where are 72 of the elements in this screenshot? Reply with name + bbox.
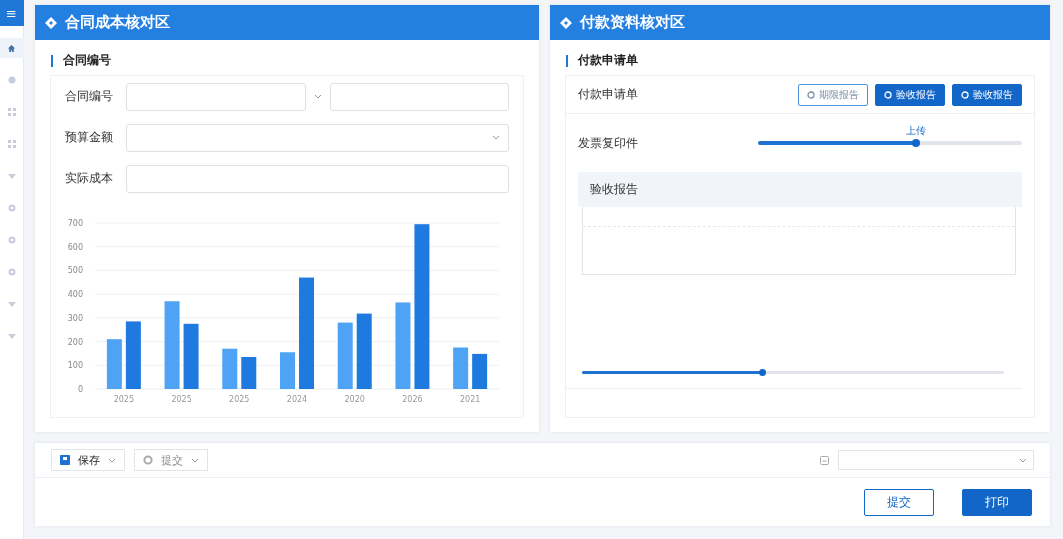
input-field[interactable] [126, 82, 306, 111]
diamond-icon [45, 16, 57, 29]
home-icon [7, 43, 16, 53]
chevron-down-icon [492, 135, 500, 140]
caret-icon [7, 333, 16, 339]
circle-icon [143, 455, 153, 465]
axis-label: 2025 [171, 395, 192, 404]
axis-label: 2026 [402, 395, 423, 404]
bar [183, 323, 199, 389]
bar [241, 357, 257, 389]
save-dropdown[interactable]: 保存 [51, 449, 125, 471]
row-label: 付款申请单 [578, 86, 638, 103]
input-field[interactable] [329, 82, 509, 111]
field-label: 实际成本 [65, 170, 114, 187]
axis-label: 400 [67, 290, 83, 300]
section-title: 合同编号 [63, 52, 111, 69]
bar [453, 347, 469, 389]
panel-title: 付款资料核对区 [580, 13, 685, 32]
report-button[interactable]: 验收报告 [952, 83, 1022, 106]
axis-label: 0 [77, 385, 83, 394]
sidebar-item[interactable] [0, 38, 24, 58]
calendar-icon [820, 455, 829, 465]
select-field[interactable] [126, 123, 509, 152]
axis-label: 300 [67, 313, 83, 323]
circle-icon [7, 76, 16, 84]
submit-button[interactable]: 提交 [864, 488, 934, 516]
caret-icon [7, 173, 16, 179]
axis-label: 2021 [459, 395, 481, 404]
axis-label: 100 [67, 361, 83, 371]
bar [106, 339, 122, 389]
menu-button[interactable]: ≡ [0, 0, 24, 26]
chevron-down-icon [108, 457, 116, 463]
bar [337, 322, 353, 389]
bar [472, 353, 488, 389]
gear-icon [7, 236, 16, 244]
chevron-down-icon [1019, 457, 1027, 463]
bar [125, 321, 141, 389]
row-label: 发票复印件 [578, 134, 639, 152]
axis-label: 700 [67, 219, 83, 228]
axis-label: 600 [67, 242, 83, 252]
axis-label: 200 [67, 337, 83, 347]
submit-dropdown[interactable]: 提交 [134, 449, 208, 471]
caret-icon [7, 301, 16, 307]
slider[interactable] [582, 371, 1004, 374]
select-field[interactable] [838, 450, 1034, 470]
field-label: 合同编号 [65, 88, 114, 105]
report-title: 验收报告 [590, 181, 638, 198]
section-title: 付款申请单 [578, 52, 638, 69]
chevron-down-icon [191, 457, 199, 463]
grid-icon [7, 140, 16, 148]
grid-icon [7, 108, 16, 116]
gear-icon [7, 204, 16, 212]
diamond-icon [560, 16, 572, 29]
axis-label: 2024 [286, 395, 308, 404]
progress-thumb [912, 139, 921, 147]
print-button[interactable]: 打印 [962, 488, 1032, 516]
axis-label: 2020 [344, 395, 365, 404]
slider-thumb[interactable] [759, 369, 767, 376]
panel-title: 合同成本核对区 [65, 13, 170, 32]
chevron-down-icon [313, 94, 322, 99]
report-button[interactable]: 期限报告 [798, 83, 868, 106]
axis-label: 2025 [113, 395, 135, 404]
bar [222, 348, 238, 389]
input-field[interactable] [126, 164, 509, 193]
field-label: 预算金额 [65, 129, 114, 146]
gear-icon [7, 268, 16, 276]
save-icon [60, 455, 70, 465]
axis-label: 500 [67, 266, 83, 276]
upload-caption: 上传 [906, 124, 927, 138]
axis-label: 2025 [229, 395, 250, 404]
bar [280, 352, 295, 389]
report-button[interactable]: 验收报告 [875, 83, 945, 106]
